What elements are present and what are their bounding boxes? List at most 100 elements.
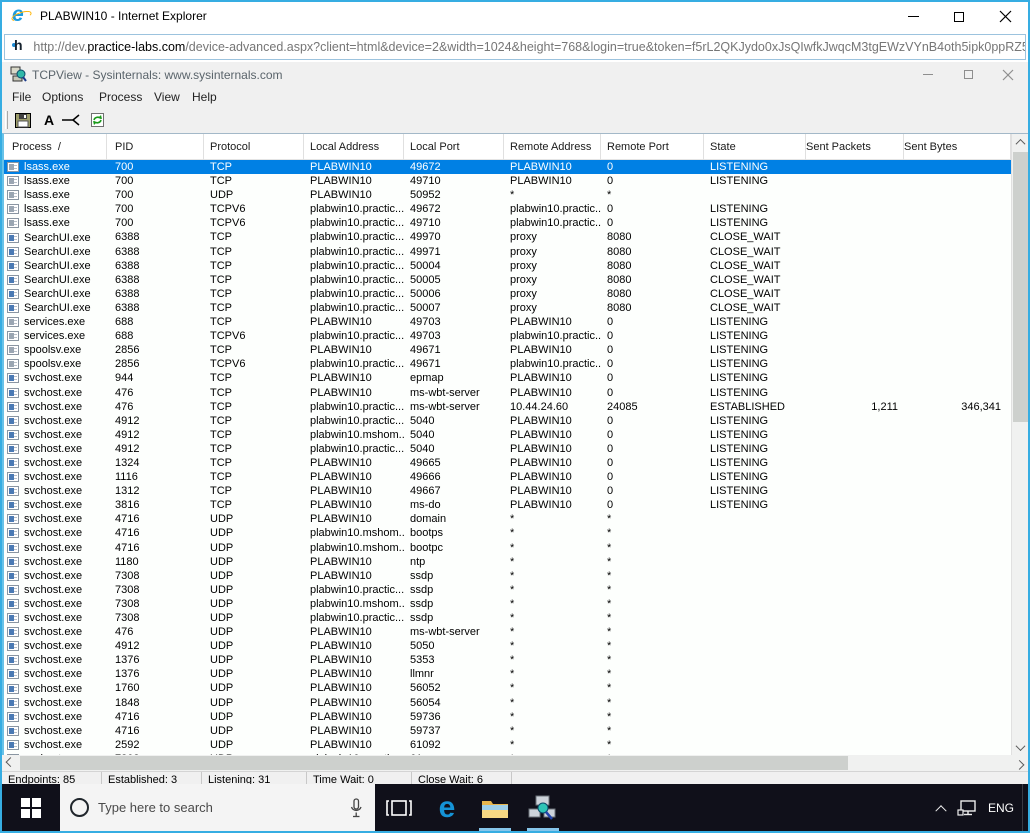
table-row[interactable]: SearchUI.exe 6388 TCP plabwin10.practic... 4… — [4, 245, 1013, 259]
table-row[interactable]: svchost.exe 1312 TCP PLABWIN10 49667 PLABWIN1… — [4, 484, 1013, 498]
horizontal-scrollbar[interactable] — [2, 755, 1028, 771]
tcpview-taskbar-button[interactable] — [519, 784, 567, 831]
horizontal-scroll-thumb[interactable] — [20, 756, 848, 770]
table-row[interactable]: services.exe 688 TCP PLABWIN10 49703 PLABWIN1… — [4, 315, 1013, 329]
table-row[interactable]: svchost.exe 4912 UDP PLABWIN10 5050 * * — [4, 639, 1013, 653]
column-header-pid[interactable]: PID — [107, 134, 204, 160]
show-desktop-strip[interactable] — [1022, 784, 1028, 831]
minimize-icon — [907, 16, 919, 17]
scroll-right-button[interactable] — [1011, 755, 1028, 771]
table-row[interactable]: svchost.exe 4716 UDP PLABWIN10 domain * * — [4, 512, 1013, 526]
table-row[interactable]: svchost.exe 1848 UDP PLABWIN10 56054 * * — [4, 696, 1013, 710]
table-row[interactable]: svchost.exe 7308 UDP plabwin10.practic... ss… — [4, 583, 1013, 597]
cell-c2: TCP — [210, 273, 232, 286]
cell-c6: * — [607, 597, 612, 610]
font-button[interactable]: A — [38, 110, 60, 130]
language-indicator[interactable]: ENG — [980, 784, 1022, 831]
table-row[interactable]: svchost.exe 1324 TCP PLABWIN10 49665 PLABWIN1… — [4, 456, 1013, 470]
menu-options[interactable]: Options — [42, 90, 83, 104]
table-row[interactable]: lsass.exe 700 TCPV6 plabwin10.practic... 496… — [4, 202, 1013, 216]
network-tray-button[interactable] — [954, 784, 980, 831]
scroll-left-button[interactable] — [2, 755, 19, 771]
table-row[interactable]: lsass.exe 700 TCP PLABWIN10 49672 PLABWIN10 0 L… — [4, 160, 1013, 175]
browser-minimize-button[interactable] — [890, 2, 936, 31]
table-row[interactable]: svchost.exe 4912 TCP plabwin10.practic... 50… — [4, 414, 1013, 428]
vertical-scrollbar[interactable] — [1011, 134, 1028, 756]
column-header-local-address[interactable]: Local Address — [304, 134, 404, 160]
table-row[interactable]: spoolsv.exe 2856 TCP PLABWIN10 49671 PLABWIN1… — [4, 343, 1013, 357]
file-explorer-taskbar-button[interactable] — [471, 784, 519, 831]
tcpview-minimize-button[interactable] — [908, 62, 948, 87]
cell-c4: ssdp — [410, 569, 434, 582]
start-button[interactable] — [2, 784, 60, 831]
table-row[interactable]: spoolsv.exe 2856 TCPV6 plabwin10.practic...… — [4, 357, 1013, 371]
menu-process[interactable]: Process — [99, 90, 142, 104]
table-row[interactable]: SearchUI.exe 6388 TCP plabwin10.practic... 5… — [4, 301, 1013, 315]
table-row[interactable]: svchost.exe 4716 UDP plabwin10.mshom... boot… — [4, 541, 1013, 555]
table-row[interactable]: lsass.exe 700 TCPV6 plabwin10.practic... 497… — [4, 216, 1013, 230]
table-row[interactable]: svchost.exe 7308 UDP plabwin10.practic... ss… — [4, 611, 1013, 625]
address-bar[interactable]: h http://dev.practice-labs.com/device-ad… — [4, 34, 1026, 60]
table-row[interactable]: svchost.exe 2592 UDP PLABWIN10 61092 * * — [4, 738, 1013, 752]
table-row[interactable]: services.exe 688 TCPV6 plabwin10.practic...… — [4, 329, 1013, 343]
cell-c2: TCP — [210, 414, 232, 427]
cell-c6: 0 — [607, 203, 614, 216]
table-row[interactable]: svchost.exe 4912 TCP plabwin10.mshom... 5040… — [4, 428, 1013, 442]
menu-help[interactable]: Help — [192, 90, 217, 104]
cell-c6: * — [607, 738, 612, 751]
edge-taskbar-button[interactable]: e — [423, 784, 471, 831]
browser-maximize-button[interactable] — [936, 2, 982, 31]
task-view-button[interactable] — [375, 784, 423, 831]
table-row[interactable]: svchost.exe 4716 UDP plabwin10.mshom... boot… — [4, 526, 1013, 540]
table-row[interactable]: svchost.exe 944 TCP PLABWIN10 epmap PLABWIN10… — [4, 371, 1013, 385]
column-header-remote-port[interactable]: Remote Port — [601, 134, 704, 160]
table-row[interactable]: svchost.exe 4912 TCP plabwin10.practic... 50… — [4, 442, 1013, 456]
cell-c2: UDP — [210, 668, 234, 681]
column-header-process[interactable]: Process / — [4, 134, 107, 160]
refresh-button[interactable] — [86, 110, 108, 130]
scroll-down-button[interactable] — [1012, 739, 1028, 756]
table-row[interactable]: SearchUI.exe 6388 TCP plabwin10.practic... 5… — [4, 287, 1013, 301]
close-connection-button[interactable] — [60, 110, 82, 130]
cell-c6: * — [607, 189, 612, 202]
column-header-protocol[interactable]: Protocol — [204, 134, 304, 160]
column-header-sent-packets[interactable]: Sent Packets — [806, 134, 904, 160]
table-row[interactable]: svchost.exe 476 UDP PLABWIN10 ms-wbt-server *… — [4, 625, 1013, 639]
table-row[interactable]: lsass.exe 700 TCP PLABWIN10 49710 PLABWIN10 0 L… — [4, 174, 1013, 188]
menu-file[interactable]: File — [12, 90, 31, 104]
column-header-state[interactable]: State — [704, 134, 806, 160]
table-row[interactable]: svchost.exe 1116 TCP PLABWIN10 49666 PLABWIN1… — [4, 470, 1013, 484]
table-row[interactable]: svchost.exe 476 TCP plabwin10.practic... ms-… — [4, 400, 1013, 414]
table-row[interactable]: SearchUI.exe 6388 TCP plabwin10.practic... 5… — [4, 259, 1013, 273]
table-row[interactable]: svchost.exe 4716 UDP PLABWIN10 59736 * * — [4, 710, 1013, 724]
vertical-scroll-thumb[interactable] — [1013, 152, 1028, 422]
tray-expand-button[interactable] — [928, 784, 954, 831]
cell-c4: 49710 — [410, 175, 441, 188]
table-row[interactable]: SearchUI.exe 6388 TCP plabwin10.practic... 5… — [4, 273, 1013, 287]
table-row[interactable]: svchost.exe 1376 UDP PLABWIN10 5353 * * — [4, 653, 1013, 667]
table-row[interactable]: svchost.exe 7308 UDP plabwin10.mshom... ssdp… — [4, 597, 1013, 611]
tcpview-restore-button[interactable] — [948, 62, 988, 87]
table-row[interactable]: lsass.exe 700 UDP PLABWIN10 50952 * * — [4, 188, 1013, 202]
table-row[interactable]: svchost.exe 4716 UDP PLABWIN10 59737 * * — [4, 724, 1013, 738]
table-row[interactable]: svchost.exe 1180 UDP PLABWIN10 ntp * * — [4, 555, 1013, 569]
table-row[interactable]: svchost.exe 1760 UDP PLABWIN10 56052 * * — [4, 681, 1013, 695]
cell-c3: plabwin10.practic... — [310, 400, 404, 413]
menu-view[interactable]: View — [154, 90, 180, 104]
table-row[interactable]: svchost.exe 476 TCP PLABWIN10 ms-wbt-server P… — [4, 386, 1013, 400]
save-button[interactable] — [12, 110, 34, 130]
table-row[interactable]: svchost.exe 1376 UDP PLABWIN10 llmnr * * — [4, 667, 1013, 681]
column-header-sent-bytes[interactable]: Sent Bytes — [904, 134, 1011, 160]
table-row[interactable]: SearchUI.exe 6388 TCP plabwin10.practic... 4… — [4, 230, 1013, 244]
taskbar-search[interactable]: Type here to search — [60, 784, 375, 831]
browser-close-button[interactable] — [982, 2, 1028, 31]
cell-c4: 59736 — [410, 710, 441, 723]
column-header-remote-address[interactable]: Remote Address — [504, 134, 601, 160]
scroll-up-button[interactable] — [1012, 134, 1028, 151]
tcpview-close-button[interactable] — [988, 62, 1028, 87]
task-view-icon — [386, 799, 412, 816]
table-row[interactable]: svchost.exe 7308 UDP PLABWIN10 ssdp * * — [4, 569, 1013, 583]
cell-c2: TCP — [210, 259, 232, 272]
table-row[interactable]: svchost.exe 3816 TCP PLABWIN10 ms-do PLABWIN1… — [4, 498, 1013, 512]
column-header-local-port[interactable]: Local Port — [404, 134, 504, 160]
